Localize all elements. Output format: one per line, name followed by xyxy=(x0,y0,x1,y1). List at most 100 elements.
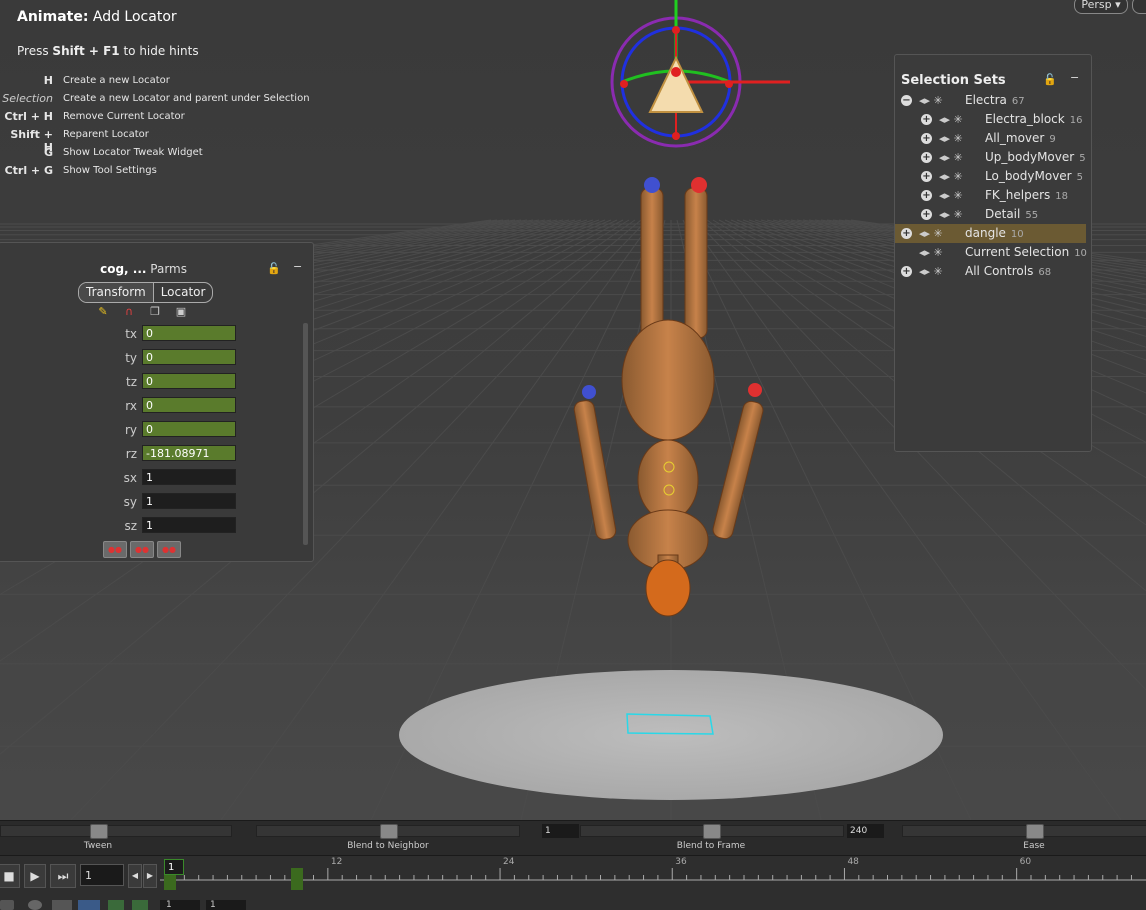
hint-key: H xyxy=(43,74,53,87)
selection-set-label: Electra 67 xyxy=(965,93,1025,107)
key-translate-icon[interactable]: ●● xyxy=(103,541,127,558)
blend-frame-start-field[interactable]: 1 xyxy=(542,824,579,838)
play-button[interactable]: ▶ xyxy=(24,864,46,888)
next-key-button[interactable]: ▶ xyxy=(143,864,157,888)
expand-icon[interactable]: + xyxy=(901,228,912,239)
blend-frame-knob[interactable] xyxy=(703,824,721,839)
camera-menu-button[interactable]: Persp ▾ xyxy=(1074,0,1128,14)
selection-set-item[interactable]: − ◂▸ ✳ Electra 67 xyxy=(895,91,1086,110)
set-type-icon: ◂▸ ✳ xyxy=(939,113,963,126)
parm-row-ry: ry 0 xyxy=(0,421,313,439)
selection-set-item[interactable]: + ◂▸ ✳ All_mover 9 xyxy=(895,129,1086,148)
magnet-icon[interactable]: ∩ xyxy=(121,305,137,319)
parms-tabs: Transform Locator xyxy=(78,282,214,303)
ease-slider-knob[interactable] xyxy=(1026,824,1044,839)
parm-field-sy[interactable]: 1 xyxy=(142,493,236,509)
expand-icon[interactable]: + xyxy=(921,209,932,220)
ease-label: Ease xyxy=(1023,841,1045,851)
tween-slider[interactable] xyxy=(0,825,232,837)
selection-set-count: 18 xyxy=(1055,191,1069,202)
key-scale-icon[interactable]: ●● xyxy=(157,541,181,558)
hint-description: Create a new Locator xyxy=(63,75,170,86)
selection-set-item[interactable]: + ◂▸ ✳ Electra_block 16 xyxy=(895,110,1086,129)
parm-field-rz[interactable]: -181.08971 xyxy=(142,445,236,461)
selection-set-count: 5 xyxy=(1076,172,1083,183)
selection-sets-panel: Selection Sets 🔓 − − ◂▸ ✳ Electra 67 + ◂▸ ✳ El… xyxy=(894,54,1092,452)
parm-field-sx[interactable]: 1 xyxy=(142,469,236,485)
selection-set-label: dangle 10 xyxy=(965,226,1024,240)
tween-slider-knob[interactable] xyxy=(90,824,108,839)
parm-label: rz xyxy=(125,447,137,461)
lock-icon[interactable]: 🔓 xyxy=(1043,73,1057,86)
expand-icon[interactable]: + xyxy=(921,114,932,125)
parms-panel: cog, ... Parms 🔓 − Transform Locator ✎ ∩… xyxy=(0,242,314,562)
expand-icon[interactable]: + xyxy=(921,190,932,201)
minimize-icon[interactable]: − xyxy=(293,260,302,273)
brush-icon[interactable]: ✎ xyxy=(95,305,111,319)
blend-slider-bar: Tween Blend to Neighbor 1 Blend to Frame… xyxy=(0,820,1146,855)
set-type-icon: ◂▸ ✳ xyxy=(939,189,963,202)
parm-row-ty: ty 0 xyxy=(0,349,313,367)
parm-row-rx: rx 0 xyxy=(0,397,313,415)
selection-set-label: FK_helpers 18 xyxy=(985,188,1069,202)
timeline-tick-label: 60 xyxy=(1019,857,1032,867)
parm-field-tz[interactable]: 0 xyxy=(142,373,236,389)
hint-row: Selection Create a new Locator and parent… xyxy=(0,92,309,108)
parm-field-ty[interactable]: 0 xyxy=(142,349,236,365)
selection-set-item[interactable]: + ◂▸ ✳ FK_helpers 18 xyxy=(895,186,1086,205)
parm-row-sy: sy 1 xyxy=(0,493,313,511)
parm-label: sz xyxy=(124,519,137,533)
blend-neighbor-knob[interactable] xyxy=(380,824,398,839)
parm-label: tx xyxy=(125,327,137,341)
hint-description: Remove Current Locator xyxy=(63,111,185,122)
blend-frame-label: Blend to Frame xyxy=(676,841,746,851)
expand-icon[interactable]: + xyxy=(921,133,932,144)
selection-set-label: Current Selection 10 xyxy=(965,245,1087,259)
expand-icon[interactable]: + xyxy=(921,171,932,182)
parm-row-tz: tz 0 xyxy=(0,373,313,391)
parms-toolbar: ✎ ∩ ❐ ▣ xyxy=(95,305,189,319)
set-type-icon: ◂▸ ✳ xyxy=(919,246,943,259)
selection-set-item[interactable]: + ◂▸ ✳ Up_bodyMover 5 xyxy=(895,148,1086,167)
view-options-button[interactable] xyxy=(1132,0,1146,14)
hint-row: G Show Locator Tweak Widget xyxy=(0,146,203,162)
collapse-icon[interactable]: − xyxy=(901,95,912,106)
set-type-icon: ◂▸ ✳ xyxy=(939,132,963,145)
selection-set-item[interactable]: + ◂▸ ✳ dangle 10 xyxy=(895,224,1086,243)
selection-set-item[interactable]: + ◂▸ ✳ Detail 55 xyxy=(895,205,1086,224)
selection-set-count: 10 xyxy=(1074,248,1087,259)
ease-slider[interactable] xyxy=(902,825,1146,837)
timeline-tick-label: 24 xyxy=(503,857,515,867)
hint-row: Shift + H Reparent Locator xyxy=(0,128,149,154)
hint-description: Reparent Locator xyxy=(63,129,149,140)
hint-description: Show Locator Tweak Widget xyxy=(63,147,203,158)
timeline-tick-label: 12 xyxy=(330,857,343,867)
parm-row-sz: sz 1 xyxy=(0,517,313,535)
copy-icon[interactable]: ❐ xyxy=(147,305,163,319)
parm-field-tx[interactable]: 0 xyxy=(142,325,236,341)
timeline-ruler[interactable] xyxy=(160,856,1146,894)
frame-field[interactable]: 1 xyxy=(80,864,124,886)
parm-field-rx[interactable]: 0 xyxy=(142,397,236,413)
stop-button[interactable]: ■ xyxy=(0,864,20,888)
tab-transform[interactable]: Transform xyxy=(79,283,154,302)
prev-key-button[interactable]: ◀ xyxy=(128,864,142,888)
selection-set-item[interactable]: + ◂▸ ✳ Lo_bodyMover 5 xyxy=(895,167,1086,186)
selection-set-item[interactable]: ◂▸ ✳ Current Selection 10 xyxy=(895,243,1087,262)
key-rotate-icon[interactable]: ●● xyxy=(130,541,154,558)
parms-scrollbar[interactable] xyxy=(303,323,308,545)
hint-title: Animate: Add Locator xyxy=(17,9,177,25)
tab-locator[interactable]: Locator xyxy=(154,283,213,302)
selection-set-item[interactable]: + ◂▸ ✳ All Controls 68 xyxy=(895,262,1086,281)
parm-label: rx xyxy=(125,399,137,413)
parm-label: ty xyxy=(125,351,137,365)
parm-field-ry[interactable]: 0 xyxy=(142,421,236,437)
blend-frame-end-field[interactable]: 240 xyxy=(847,824,884,838)
lock-icon[interactable]: 🔓 xyxy=(267,262,281,275)
minimize-icon[interactable]: − xyxy=(1070,71,1079,84)
expand-icon[interactable]: + xyxy=(901,266,912,277)
parm-field-sz[interactable]: 1 xyxy=(142,517,236,533)
paste-icon[interactable]: ▣ xyxy=(173,305,189,319)
jump-end-button[interactable]: ⏭ xyxy=(50,864,76,888)
expand-icon[interactable]: + xyxy=(921,152,932,163)
